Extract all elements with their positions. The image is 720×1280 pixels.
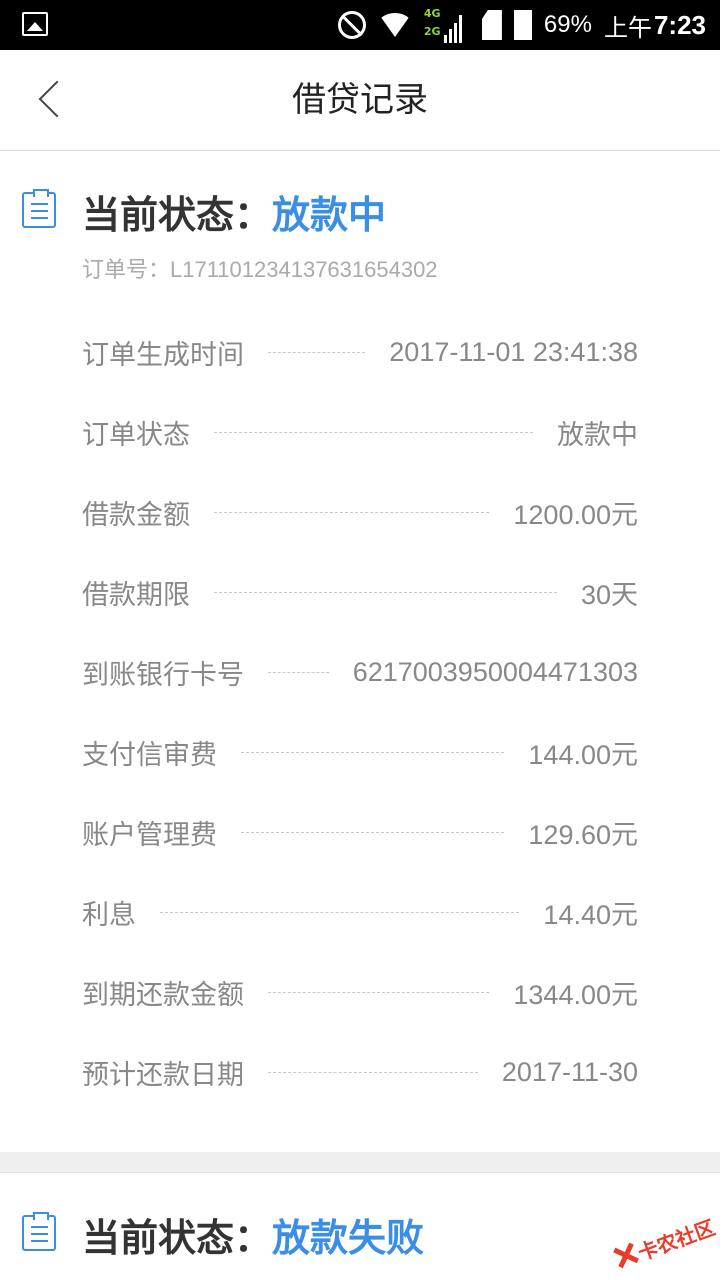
detail-label: 到期还款金额: [82, 979, 244, 1011]
am-pm-label: 上午: [603, 14, 652, 42]
detail-row-loan-amount: 借款金额 1200.00元: [82, 472, 638, 552]
dotted-leader: [241, 831, 505, 833]
detail-row-bank-card: 到账银行卡号 6217003950004471303: [82, 632, 638, 712]
record-detail-list: 订单生成时间 2017-11-01 23:41:38 订单状态 放款中 借款金额…: [82, 312, 638, 1112]
dotted-leader: [214, 431, 533, 433]
status-icons: 4G 2G 69% 上午 7:23: [337, 0, 706, 50]
loan-record-card: 当前状态：放款中 订单号：L171101234137631654302 订单生成…: [0, 152, 720, 1152]
detail-row-repayment-amount: 到期还款金额 1344.00元: [82, 952, 638, 1032]
dotted-leader: [268, 351, 366, 353]
wifi-icon: [377, 13, 412, 37]
detail-label: 利息: [82, 899, 136, 931]
clipboard-icon: [22, 1212, 56, 1251]
detail-value: 2017-11-30: [501, 1056, 638, 1087]
sim-card-icon: [481, 10, 502, 40]
dotted-leader: [268, 671, 329, 673]
clipboard-icon: [22, 189, 56, 228]
detail-value: 6217003950004471303: [352, 656, 638, 687]
dotted-leader: [214, 591, 557, 593]
gallery-notification-icon: [22, 12, 48, 36]
network-type-2g: 2G: [423, 25, 441, 38]
detail-row-management-fee: 账户管理费 129.60元: [82, 792, 638, 872]
current-status: 当前状态：放款失败: [82, 1207, 424, 1262]
current-status-value: 放款失败: [272, 1216, 425, 1260]
current-status-value: 放款中: [272, 193, 387, 237]
detail-value: 14.40元: [543, 899, 638, 930]
detail-label: 借款期限: [82, 579, 190, 611]
status-bar: 4G 2G 69% 上午 7:23: [0, 0, 720, 50]
current-status: 当前状态：放款中: [82, 184, 386, 239]
detail-value: 2017-11-01 23:41:38: [389, 336, 638, 367]
detail-value: 30天: [580, 579, 638, 610]
dotted-leader: [268, 991, 490, 993]
loan-record-card: 当前状态：放款失败: [0, 1172, 720, 1280]
detail-row-interest: 利息 14.40元: [82, 872, 638, 952]
detail-label: 到账银行卡号: [82, 659, 244, 691]
do-not-disturb-icon: [337, 11, 366, 39]
detail-value: 1200.00元: [513, 499, 638, 530]
dotted-leader: [214, 511, 490, 513]
dotted-leader: [160, 911, 520, 913]
detail-value: 129.60元: [528, 819, 638, 850]
card-separator: [0, 1152, 720, 1172]
signal-bars-icon: [443, 13, 462, 43]
back-button[interactable]: [30, 78, 70, 124]
detail-label: 账户管理费: [82, 819, 217, 851]
detail-row-loan-term: 借款期限 30天: [82, 552, 638, 632]
detail-row-review-fee: 支付信审费 144.00元: [82, 712, 638, 792]
clock: 7:23: [653, 9, 706, 40]
order-number: 订单号：L171101234137631654302: [82, 257, 438, 282]
current-status-label: 当前状态：: [82, 193, 273, 237]
network-type-4g: 4G: [423, 7, 441, 20]
page-title: 借贷记录: [292, 80, 428, 120]
detail-label: 预计还款日期: [82, 1059, 244, 1091]
detail-row-created-time: 订单生成时间 2017-11-01 23:41:38: [82, 312, 638, 392]
detail-label: 订单状态: [82, 419, 190, 451]
battery-charging-icon: [513, 10, 532, 40]
cellular-signal-icon: 4G 2G: [424, 5, 470, 45]
detail-label: 借款金额: [82, 499, 190, 531]
detail-value: 放款中: [557, 419, 638, 450]
detail-label: 支付信审费: [82, 739, 217, 771]
dotted-leader: [241, 751, 505, 753]
detail-value: 144.00元: [528, 739, 638, 770]
detail-value: 1344.00元: [513, 979, 638, 1010]
battery-percentage: 69%: [543, 11, 592, 38]
dotted-leader: [268, 1071, 478, 1073]
current-status-label: 当前状态：: [82, 1216, 273, 1260]
detail-row-repayment-date: 预计还款日期 2017-11-30: [82, 1032, 638, 1112]
detail-row-order-status: 订单状态 放款中: [82, 392, 638, 472]
title-bar: 借贷记录: [0, 50, 720, 151]
detail-label: 订单生成时间: [82, 339, 244, 371]
